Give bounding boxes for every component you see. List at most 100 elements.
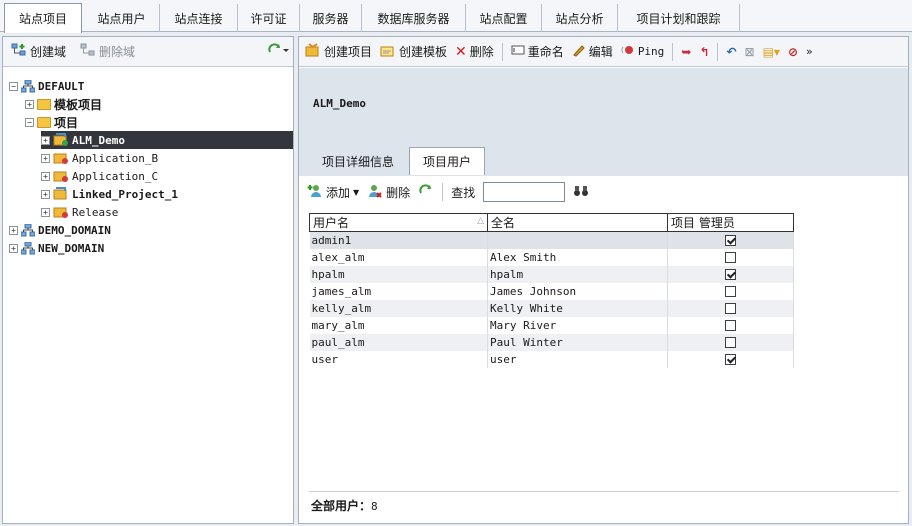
table-row[interactable]: admin1 [309, 231, 794, 249]
table-row[interactable]: james_alm James Johnson [309, 282, 794, 300]
collapse-icon[interactable]: − [25, 117, 34, 127]
cell-username: alex_alm [309, 248, 488, 266]
delete-label: 删除 [469, 45, 494, 59]
refresh-users-icon[interactable] [418, 183, 434, 201]
cell-fullname: user [487, 350, 668, 368]
project-inactive-icon [53, 205, 69, 219]
create-domain-button[interactable]: 创建域 [11, 43, 66, 60]
expand-icon[interactable]: + [41, 171, 50, 181]
domain-icon [20, 223, 36, 237]
activate-arrow-icon[interactable]: ➥ [681, 45, 691, 59]
edit-button[interactable]: 编辑 [572, 43, 613, 60]
footer-divider [309, 491, 899, 492]
binoculars-icon[interactable] [573, 185, 589, 200]
table-row[interactable]: user user [309, 350, 794, 368]
table-row[interactable]: paul_alm Paul Winter [309, 333, 794, 351]
tree-label: DEFAULT [38, 79, 85, 93]
expand-icon[interactable]: + [41, 153, 50, 163]
expand-icon[interactable]: + [9, 243, 18, 253]
tab-project-users[interactable]: 项目用户 [409, 147, 485, 175]
tree-node-new-domain[interactable]: + NEW_DOMAIN [9, 239, 104, 257]
column-header-username[interactable]: 用户名 △ [309, 213, 488, 232]
tab-site-users[interactable]: 站点用户 [84, 4, 160, 32]
create-project-label: 创建项目 [324, 45, 373, 59]
rename-button[interactable]: 重命名 [511, 43, 564, 60]
edit-label: 编辑 [588, 45, 613, 59]
tab-licenses[interactable]: 许可证 [238, 4, 300, 32]
delete-domain-icon [80, 43, 96, 60]
cell-admin [667, 350, 794, 368]
column-header-project-admin[interactable]: 项目 管理员 [667, 213, 794, 232]
toolbar-separator [717, 42, 719, 61]
project-actions-menu-icon[interactable]: ▤▾ [763, 45, 780, 59]
delete-domain-button[interactable]: 删除域 [80, 43, 135, 60]
collapse-icon[interactable]: − [9, 81, 18, 91]
expand-icon[interactable]: + [41, 207, 50, 217]
undo-icon[interactable]: ↶ [726, 45, 736, 59]
tree-label: ALM_Demo [72, 133, 125, 147]
tree-node-projects[interactable]: − 项目 [25, 113, 78, 131]
ping-button[interactable]: Ping [621, 44, 664, 59]
cell-fullname: Mary River [487, 316, 668, 334]
tab-db-servers[interactable]: 数据库服务器 [362, 4, 466, 32]
column-header-fullname[interactable]: 全名 [487, 213, 668, 232]
tree-node-demo-domain[interactable]: + DEMO_DOMAIN [9, 221, 111, 239]
tab-site-analysis[interactable]: 站点分析 [542, 4, 618, 32]
tab-site-config[interactable]: 站点配置 [466, 4, 542, 32]
tree-node-default[interactable]: − DEFAULT [9, 77, 84, 95]
new-template-icon [380, 43, 396, 60]
cell-username: kelly_alm [309, 299, 488, 317]
admin-checkbox[interactable] [725, 354, 736, 365]
tab-project-details[interactable]: 项目详细信息 [309, 147, 407, 175]
cell-username: admin1 [309, 231, 488, 249]
delete-project-button[interactable]: ✕ 删除 [455, 43, 494, 60]
create-template-label: 创建模板 [399, 45, 448, 59]
tab-site-connections[interactable]: 站点连接 [160, 4, 238, 32]
add-user-label: 添加 [326, 185, 351, 200]
admin-checkbox[interactable] [725, 286, 736, 297]
expand-icon[interactable]: + [41, 135, 50, 145]
project-inactive-icon [53, 169, 69, 183]
tab-servers[interactable]: 服务器 [300, 4, 362, 32]
admin-checkbox[interactable] [725, 235, 736, 247]
close-box-icon[interactable]: ⊠ [745, 45, 755, 59]
tree-node-alm-demo[interactable]: + ALM_Demo [41, 131, 293, 149]
refresh-tree-button[interactable] [267, 43, 289, 60]
create-template-button[interactable]: 创建模板 [380, 43, 447, 60]
more-overflow-icon[interactable]: » [806, 45, 813, 58]
tree-node-application-b[interactable]: + Application_B [41, 149, 158, 167]
find-user-input[interactable] [483, 182, 566, 202]
tree-node-application-c[interactable]: + Application_C [41, 167, 158, 185]
total-users-label: 全部用户： [311, 499, 372, 513]
left-toolbar: 创建域 删除域 [3, 37, 293, 67]
tree-node-linked-project[interactable]: + Linked_Project_1 [41, 185, 178, 203]
cell-username: user [309, 350, 488, 368]
tab-site-projects[interactable]: 站点项目 [4, 3, 82, 33]
cell-username: paul_alm [309, 333, 488, 351]
remove-user-button[interactable]: 删除 [367, 184, 410, 201]
table-row[interactable]: alex_alm Alex Smith [309, 248, 794, 266]
admin-checkbox[interactable] [725, 252, 736, 263]
expand-icon[interactable]: + [25, 99, 34, 109]
admin-checkbox[interactable] [725, 269, 736, 280]
tree-label: 项目 [54, 115, 79, 130]
admin-checkbox[interactable] [725, 320, 736, 331]
admin-checkbox[interactable] [725, 303, 736, 314]
remove-user-label: 删除 [386, 185, 411, 200]
tree-node-template-projects[interactable]: + 模板项目 [25, 95, 102, 113]
cell-fullname: Kelly White [487, 299, 668, 317]
tree-node-release[interactable]: + Release [41, 203, 118, 221]
cell-admin [667, 282, 794, 300]
admin-checkbox[interactable] [725, 337, 736, 348]
cell-admin [667, 248, 794, 266]
disable-icon[interactable]: ⊘ [788, 45, 798, 59]
add-user-button[interactable]: 添加 ▼ [307, 184, 359, 201]
table-row[interactable]: mary_alm Mary River [309, 316, 794, 334]
table-row[interactable]: kelly_alm Kelly White [309, 299, 794, 317]
back-arrow-icon[interactable]: ↰ [699, 45, 709, 59]
tab-project-planning[interactable]: 项目计划和跟踪 [618, 4, 740, 32]
expand-icon[interactable]: + [41, 189, 50, 199]
expand-icon[interactable]: + [9, 225, 18, 235]
create-project-button[interactable]: 创建项目 [305, 43, 372, 60]
table-row[interactable]: hpalm hpalm [309, 265, 794, 283]
